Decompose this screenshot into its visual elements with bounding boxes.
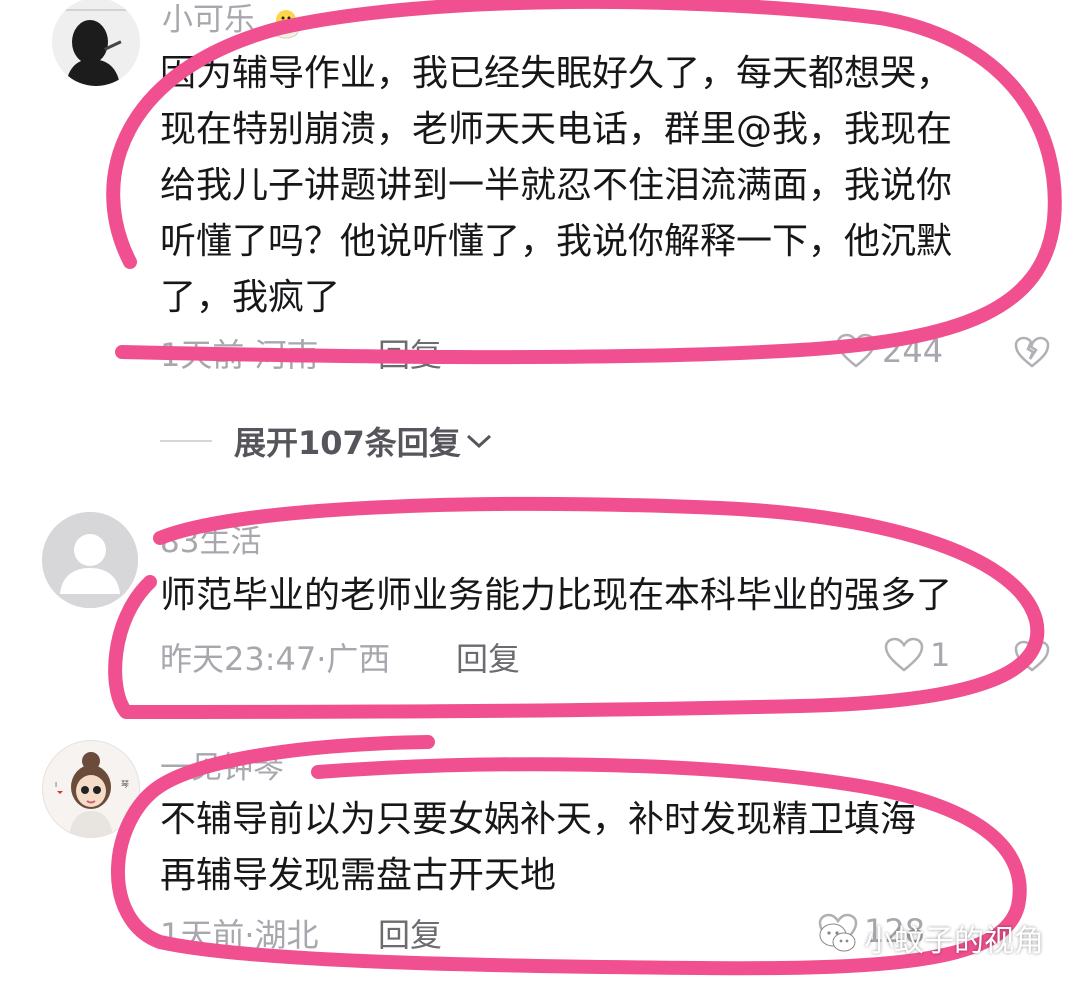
woman-smoking-avatar-icon [52,0,140,86]
like-count: 1 [930,636,951,674]
avatar[interactable] [52,0,140,86]
comment-time-location: 昨天23:47·广西 [160,640,391,678]
chevron-down-icon [465,431,493,451]
heart-outline-icon [836,333,876,369]
watermark-text: 小蚊子的视角 [864,924,1044,959]
reply-button[interactable]: 回复 [378,910,442,956]
like-count: 244 [882,332,944,370]
expand-replies-button[interactable]: 展开107条回复 [160,418,493,464]
like-button[interactable]: 244 [836,332,943,370]
comment-text: 师范毕业的老师业务能力比现在本科毕业的强多了 [160,575,953,616]
reply-button[interactable]: 回复 [378,330,442,376]
comment-text: 因为辅导作业，我已经失眠好久了，每天都想哭， 现在特别崩溃，老师天天电话，群里@… [160,53,953,318]
username[interactable]: 83生活 [160,516,261,561]
wechat-icon [818,921,858,955]
chick-emoji-icon [269,5,303,39]
cartoon-girl-avatar-icon: I 琴 [43,741,139,837]
watermark: 小蚊子的视角 [818,916,1044,960]
dislike-button[interactable] [1014,640,1050,672]
comment-text: 不辅导前以为只要女娲补天，补时发现精卫填海 再辅导发现需盘古开天地 [160,799,917,896]
comment-item: 小可乐 因为辅导作业，我已经失眠好久了，每天都想哭， 现在特别崩溃，老师天天电话… [0,0,1080,400]
broken-heart-icon [1014,336,1050,368]
username[interactable]: 一见钟琴 [160,742,284,787]
default-person-avatar-icon [42,512,138,608]
like-button[interactable]: 1 [884,636,950,674]
avatar[interactable]: I 琴 [42,740,140,838]
username[interactable]: 小可乐 [162,0,303,39]
svg-text:I: I [55,781,57,789]
comment-time-location: 1天前·湖北 [160,916,319,954]
comment-time-location: 1天前·河南 [160,336,319,374]
comment-item: 83生活 师范毕业的老师业务能力比现在本科毕业的强多了 昨天23:47·广西 回… [0,500,1080,700]
reply-button[interactable]: 回复 [456,634,520,680]
avatar[interactable] [42,512,138,608]
svg-text:琴: 琴 [121,780,129,789]
dislike-button[interactable] [1014,336,1050,368]
divider [160,440,212,442]
broken-heart-icon [1014,640,1050,672]
expand-replies-label: 展开107条回复 [234,424,461,462]
heart-outline-icon [884,637,924,673]
